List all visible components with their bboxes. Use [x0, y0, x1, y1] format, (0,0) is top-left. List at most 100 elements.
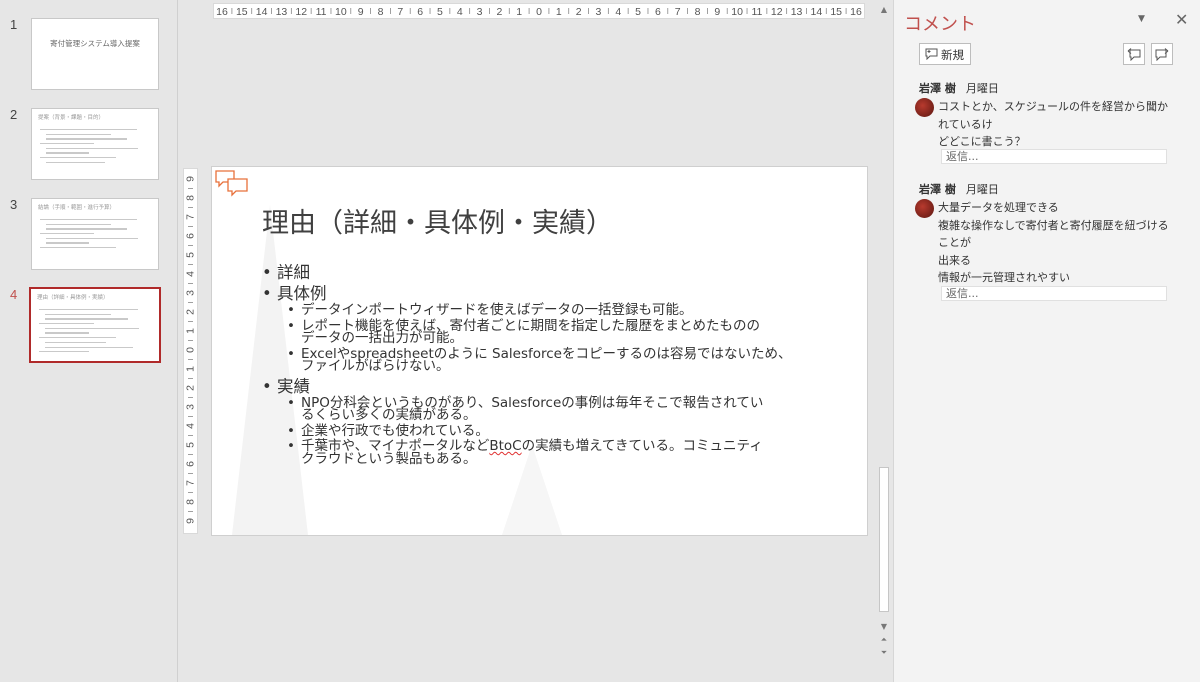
slide-thumbnail-3[interactable]: 3 結論（手順・範囲・進行予算） [0, 197, 178, 277]
ruler-tick-label: 0 [536, 6, 542, 18]
ruler-tick-label: 15 [236, 6, 248, 18]
ruler-tick-label: 1 [184, 328, 196, 334]
previous-comment-icon [1127, 48, 1141, 61]
ruler-tick-label: 6 [184, 233, 196, 239]
ruler-tick-label: 6 [655, 6, 661, 18]
thumbnail-text-lines [40, 219, 148, 252]
slide-thumbnail-image[interactable]: 寄付管理システム導入提案 [31, 18, 159, 90]
slide-sub-bullet[interactable]: 千葉市や、マイナポータルなどBtoCの実績も増えてきている。コミュニティクラウド… [262, 438, 822, 467]
ruler-tick-label: 0 [184, 347, 196, 353]
comment-text-line: 複雑な操作なしで寄付者と寄付履歴を紐づけることが [938, 218, 1169, 250]
next-comment-button[interactable] [1151, 43, 1173, 65]
ruler-tick-label: 7 [397, 6, 403, 18]
ruler-tick-label: 11 [316, 6, 327, 18]
comment-text-line: コストとか、スケジュールの件を経営から聞かれているけ [938, 100, 1169, 131]
ruler-tick-label: 2 [184, 309, 196, 315]
comment-marker-icon[interactable] [214, 169, 250, 203]
ruler-tick-label: 5 [437, 6, 443, 18]
ruler-tick-label: 9 [714, 6, 720, 18]
slide-sub-bullet[interactable]: データインポートウィザードを使えばデータの一括登録も可能。 [262, 304, 822, 317]
comment-author: 岩澤 樹 [919, 183, 956, 196]
slide-thumbnail-1[interactable]: 1 寄付管理システム導入提案 [0, 17, 178, 97]
comment-text-line: どどこに書こう？ [938, 135, 1026, 148]
scroll-up-button[interactable]: ▲ [878, 3, 890, 16]
horizontal-ruler: 16 15 14 13 12 11 10 9 8 7 6 5 4 3 2 1 0 1 2 3 4 5 6 7 8 9 10 11 12 1… [213, 3, 865, 19]
close-icon[interactable]: ✕ [1175, 10, 1188, 29]
ruler-tick-label: 9 [358, 6, 364, 18]
scroll-thumb[interactable] [879, 467, 889, 612]
slide-thumbnail-image[interactable]: 理由（詳細・具体例・実績） [29, 287, 161, 363]
ruler-tick-label: 8 [378, 6, 384, 18]
slide-thumbnail-image[interactable]: 提案（背景・課題・目的） [31, 108, 159, 180]
slide-thumbnail-2[interactable]: 2 提案（背景・課題・目的） [0, 107, 178, 187]
thumbnail-title: 提案（背景・課題・目的） [38, 115, 105, 121]
ruler-tick-label: 5 [184, 442, 196, 448]
sub-bullet-line: クラウドという製品もある。 [301, 450, 477, 467]
sub-bullet-line: るくらい多くの実績がある。 [301, 407, 477, 423]
slide-sub-bullet[interactable]: 企業や行政でも使われている。 [262, 422, 822, 439]
ruler-tick-label: 4 [184, 423, 196, 429]
previous-comment-button[interactable] [1123, 43, 1145, 65]
comment-text[interactable]: コストとか、スケジュールの件を経営から聞かれているけどどこに書こう？ [938, 98, 1178, 151]
comment-text[interactable]: 大量データを処理できる 複雑な操作なしで寄付者と寄付履歴を紐づけることが 出来る 情報… [938, 199, 1178, 287]
ruler-tick-label: 16 [216, 6, 228, 18]
scroll-down-button[interactable]: ▼ [878, 620, 890, 633]
new-comment-button[interactable]: 新規 [919, 43, 971, 65]
ruler-tick-label: 4 [457, 6, 463, 18]
ruler-tick-label: 1 [516, 6, 522, 18]
comment-date: 月曜日 [965, 183, 999, 196]
ruler-tick-label: 7 [184, 214, 196, 220]
ruler-tick-label: 2 [576, 6, 582, 18]
thumbnail-title: 寄付管理システム導入提案 [50, 39, 140, 48]
sub-bullet-line: データの一括出力が可能。 [301, 330, 463, 346]
slide-sub-bullet[interactable]: Excelやspreadsheetのように Salesforceをコピーするのは… [262, 347, 822, 373]
comment-date: 月曜日 [965, 82, 999, 95]
spellcheck-flagged-word: BtoC [489, 438, 522, 454]
slide-body[interactable]: 詳細具体例データインポートウィザードを使えばデータの一括登録も可能。レポート機能… [262, 262, 822, 468]
ruler-tick-label: 13 [791, 6, 803, 18]
slide-bullet[interactable]: 具体例 [262, 283, 822, 304]
slide-sub-bullet[interactable]: NPO分科会というものがあり、Salesforceの事例は毎年そこで報告されてい… [262, 396, 822, 423]
slide-canvas[interactable]: 理由（詳細・具体例・実績） 詳細具体例データインポートウィザードを使えばデータの… [211, 166, 868, 536]
ruler-tick-label: 13 [276, 6, 288, 18]
next-comment-icon [1155, 48, 1169, 61]
thumbnail-title: 結論（手順・範囲・進行予算） [38, 205, 116, 211]
slide-thumbnail-image[interactable]: 結論（手順・範囲・進行予算） [31, 198, 159, 270]
slide-number: 2 [10, 107, 18, 122]
ruler-tick-label: 8 [695, 6, 701, 18]
ruler-tick-label: 3 [477, 6, 483, 18]
ruler-tick-label: 4 [615, 6, 621, 18]
reply-input[interactable]: 返信... [941, 286, 1167, 301]
comments-pane-title: コメント [904, 14, 976, 35]
previous-slide-button[interactable]: ⏶ [878, 633, 890, 646]
slide-bullet[interactable]: 詳細 [262, 262, 822, 283]
new-comment-label: 新規 [941, 48, 964, 62]
slide-title[interactable]: 理由（詳細・具体例・実績） [262, 201, 613, 240]
ruler-tick-label: 10 [335, 6, 347, 18]
slide-number: 4 [10, 287, 18, 302]
ruler-tick-label: 10 [731, 6, 743, 18]
ruler-tick-label: 9 [184, 176, 196, 182]
slide-thumbnail-4[interactable]: 4 理由（詳細・具体例・実績） [0, 287, 178, 367]
ruler-tick-label: 5 [184, 252, 196, 258]
comments-pane: コメント ▼ ✕ 新規 岩澤 樹月曜日 コストとか、スケジュールの件を経営から聞か… [893, 0, 1200, 682]
scroll-track[interactable] [878, 18, 890, 618]
thumbnail-title: 理由（詳細・具体例・実績） [37, 295, 109, 301]
reply-input[interactable]: 返信... [941, 149, 1167, 164]
ruler-tick-label: 3 [184, 404, 196, 410]
ruler-tick-label: 6 [184, 461, 196, 467]
slide-bullet[interactable]: 実績 [262, 376, 822, 397]
slide-number: 3 [10, 197, 18, 212]
sub-bullet-text: の実績も増えてきている。コミュニティ [521, 438, 763, 454]
slide-thumbnails-pane: 1 寄付管理システム導入提案 2 提案（背景・課題・目的） 3 結論（手順・範囲・進行予算… [0, 0, 178, 682]
slide-sub-bullet[interactable]: レポート機能を使えば、寄付者ごとに期間を指定した履歴をまとめたもののデータの一括… [262, 319, 822, 346]
ruler-tick-label: 16 [850, 6, 862, 18]
ruler-tick-label: 7 [184, 480, 196, 486]
ruler-tick-label: 4 [184, 271, 196, 277]
pane-options-dropdown-icon[interactable]: ▼ [1138, 14, 1145, 24]
comment-text-line: 大量データを処理できる [938, 201, 1059, 214]
editor-vertical-scrollbar[interactable]: ▲ ▼ ⏶ ⏷ [878, 3, 890, 658]
sub-bullet-line: 企業や行政でも使われている。 [301, 422, 489, 439]
next-slide-button[interactable]: ⏷ [878, 646, 890, 659]
new-comment-icon [925, 48, 938, 60]
